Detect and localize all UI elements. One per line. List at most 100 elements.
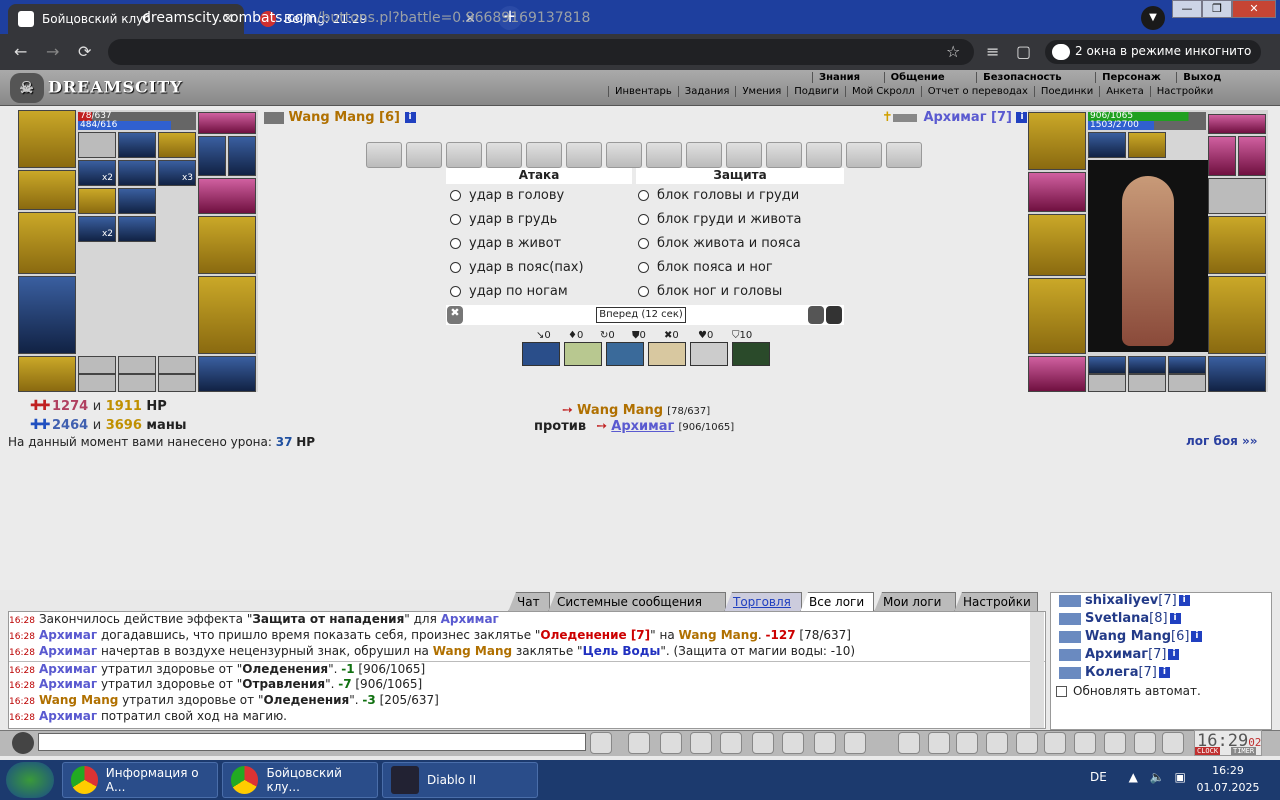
log-fragment[interactable]: Архимаг bbox=[39, 628, 97, 642]
fighter-2-name[interactable]: Архимаг bbox=[611, 419, 674, 434]
potion-slot[interactable] bbox=[118, 160, 156, 186]
incognito-badge[interactable]: 2 окна в режиме инкогнито bbox=[1045, 40, 1262, 64]
submenu-transfers[interactable]: Отчет о переводах bbox=[920, 86, 1034, 97]
log-tab[interactable]: Все логи bbox=[800, 592, 874, 612]
gloves-slot[interactable] bbox=[1208, 178, 1266, 214]
log-fragment[interactable]: Wang Mang bbox=[679, 628, 758, 642]
sword-icon[interactable] bbox=[928, 732, 950, 754]
shield-slot[interactable] bbox=[198, 216, 256, 274]
log-tab[interactable]: Торговля bbox=[724, 592, 802, 612]
log-tab[interactable]: Настройки bbox=[954, 592, 1038, 612]
taskbar-item-chrome-1[interactable]: Информация о А... bbox=[62, 762, 218, 798]
ring-slot[interactable] bbox=[78, 356, 116, 374]
map-icon[interactable] bbox=[898, 732, 920, 754]
bookmark-icon[interactable]: ☆ bbox=[946, 42, 960, 61]
defense-radio[interactable] bbox=[638, 286, 649, 297]
quick-slot[interactable] bbox=[732, 342, 770, 366]
log-fragment[interactable]: Архимаг bbox=[39, 677, 97, 691]
swap-icon[interactable] bbox=[826, 306, 842, 324]
defense-option[interactable]: блок ног и головы bbox=[638, 284, 782, 299]
save-icon[interactable] bbox=[690, 732, 712, 754]
player-info-icon[interactable]: i bbox=[404, 112, 416, 123]
user-info-icon[interactable]: i bbox=[1178, 595, 1190, 606]
defense-option[interactable]: блок пояса и ног bbox=[638, 260, 773, 275]
defense-option[interactable]: блок живота и пояса bbox=[638, 236, 801, 251]
submenu-profile[interactable]: Анкета bbox=[1099, 86, 1150, 97]
network-icon[interactable]: ▣ bbox=[1175, 770, 1186, 784]
scroll-slot[interactable] bbox=[366, 142, 402, 168]
defense-radio[interactable] bbox=[638, 214, 649, 225]
menu-knowledge[interactable]: Знания bbox=[812, 72, 867, 83]
chat-input[interactable] bbox=[38, 733, 586, 751]
side-panel-icon[interactable]: ▢ bbox=[1016, 42, 1031, 61]
gate-icon[interactable] bbox=[1104, 732, 1126, 754]
auto-refresh-option[interactable]: Обновлять автомат. bbox=[1056, 684, 1201, 698]
submenu-quests[interactable]: Задания bbox=[677, 86, 736, 97]
earring-slot[interactable] bbox=[198, 136, 226, 176]
user-entry[interactable]: Svetlana[8] i bbox=[1059, 611, 1181, 626]
defense-radio[interactable] bbox=[638, 262, 649, 273]
enter-icon[interactable] bbox=[590, 732, 612, 754]
scroll-slot[interactable] bbox=[646, 142, 682, 168]
emoticon-icon[interactable] bbox=[814, 732, 836, 754]
defense-option[interactable]: блок груди и живота bbox=[638, 212, 802, 227]
rune-slot[interactable] bbox=[1128, 132, 1166, 158]
submenu-settings[interactable]: Настройки bbox=[1149, 86, 1220, 97]
log-fragment[interactable]: Архимаг bbox=[39, 662, 97, 676]
log-tab[interactable]: Мои логи bbox=[874, 592, 956, 612]
scroll-icon[interactable] bbox=[1016, 732, 1038, 754]
quick-slot[interactable] bbox=[564, 342, 602, 366]
log-tab[interactable]: Чат bbox=[508, 592, 550, 612]
maximize-button[interactable]: ❐ bbox=[1202, 0, 1232, 18]
quick-slot[interactable] bbox=[522, 342, 560, 366]
boots-slot[interactable] bbox=[198, 356, 256, 392]
user-entry[interactable]: shixaliyev[7] i bbox=[1059, 593, 1190, 608]
attack-option[interactable]: удар по ногам bbox=[450, 284, 568, 299]
filter-icon[interactable] bbox=[660, 732, 682, 754]
minimize-button[interactable]: — bbox=[1172, 0, 1202, 18]
attack-option[interactable]: удар в голову bbox=[450, 188, 564, 203]
potion-slot[interactable]: x2 bbox=[78, 160, 116, 186]
user-info-icon[interactable]: i bbox=[1191, 631, 1203, 642]
user-info-icon[interactable]: i bbox=[1169, 613, 1181, 624]
submenu-fights[interactable]: Поединки bbox=[1033, 86, 1100, 97]
defense-radio[interactable] bbox=[638, 238, 649, 249]
submenu-skills[interactable]: Умения bbox=[735, 86, 788, 97]
chat-head-icon[interactable] bbox=[12, 732, 34, 754]
quick-slot[interactable] bbox=[606, 342, 644, 366]
back-icon[interactable]: ← bbox=[14, 42, 27, 61]
defense-option[interactable]: блок головы и груди bbox=[638, 188, 799, 203]
battle-log[interactable]: 16:28 Закончилось действие эффекта "Защит… bbox=[8, 611, 1046, 729]
forward-button[interactable]: Вперед (12 сек) bbox=[596, 307, 686, 323]
reading-list-icon[interactable]: ≡ bbox=[986, 42, 999, 61]
ring-slot[interactable] bbox=[1088, 374, 1126, 392]
bag-icon[interactable] bbox=[956, 732, 978, 754]
friends-icon[interactable] bbox=[1134, 732, 1156, 754]
potion-slot[interactable]: x3 bbox=[158, 160, 196, 186]
player-name[interactable]: Wang Mang [6] bbox=[289, 110, 400, 125]
earring-slot[interactable] bbox=[1238, 136, 1266, 176]
log-scrollbar[interactable] bbox=[1030, 612, 1044, 728]
shield-slot[interactable] bbox=[1208, 216, 1266, 274]
tab-search-icon[interactable]: ▼ bbox=[1141, 6, 1165, 30]
reload-icon[interactable]: ⟳ bbox=[78, 42, 91, 61]
quick-slot[interactable] bbox=[648, 342, 686, 366]
volume-icon[interactable]: 🔈 bbox=[1150, 770, 1165, 784]
enemy-figure[interactable] bbox=[1088, 160, 1208, 352]
scroll-slot[interactable] bbox=[606, 142, 642, 168]
log-tab[interactable]: Системные сообщения bbox=[548, 592, 726, 612]
mail-icon[interactable] bbox=[1162, 732, 1184, 754]
forward-icon[interactable]: → bbox=[46, 42, 59, 61]
helmet-slot[interactable] bbox=[18, 110, 76, 168]
log-fragment[interactable]: Wang Mang bbox=[433, 644, 512, 658]
scroll-slot[interactable] bbox=[406, 142, 442, 168]
helmet-slot[interactable] bbox=[1028, 112, 1086, 170]
taskbar-item-chrome-2[interactable]: Бойцовский клу... bbox=[222, 762, 378, 798]
user-info-icon[interactable]: i bbox=[1158, 667, 1170, 678]
potion-slot[interactable]: x2 bbox=[78, 216, 116, 242]
user-entry[interactable]: Колега[7] i bbox=[1059, 665, 1170, 680]
bracers-slot[interactable] bbox=[18, 170, 76, 210]
attack-radio[interactable] bbox=[450, 214, 461, 225]
auto-refresh-checkbox[interactable] bbox=[1056, 686, 1067, 697]
ring-slot[interactable] bbox=[1128, 356, 1166, 374]
